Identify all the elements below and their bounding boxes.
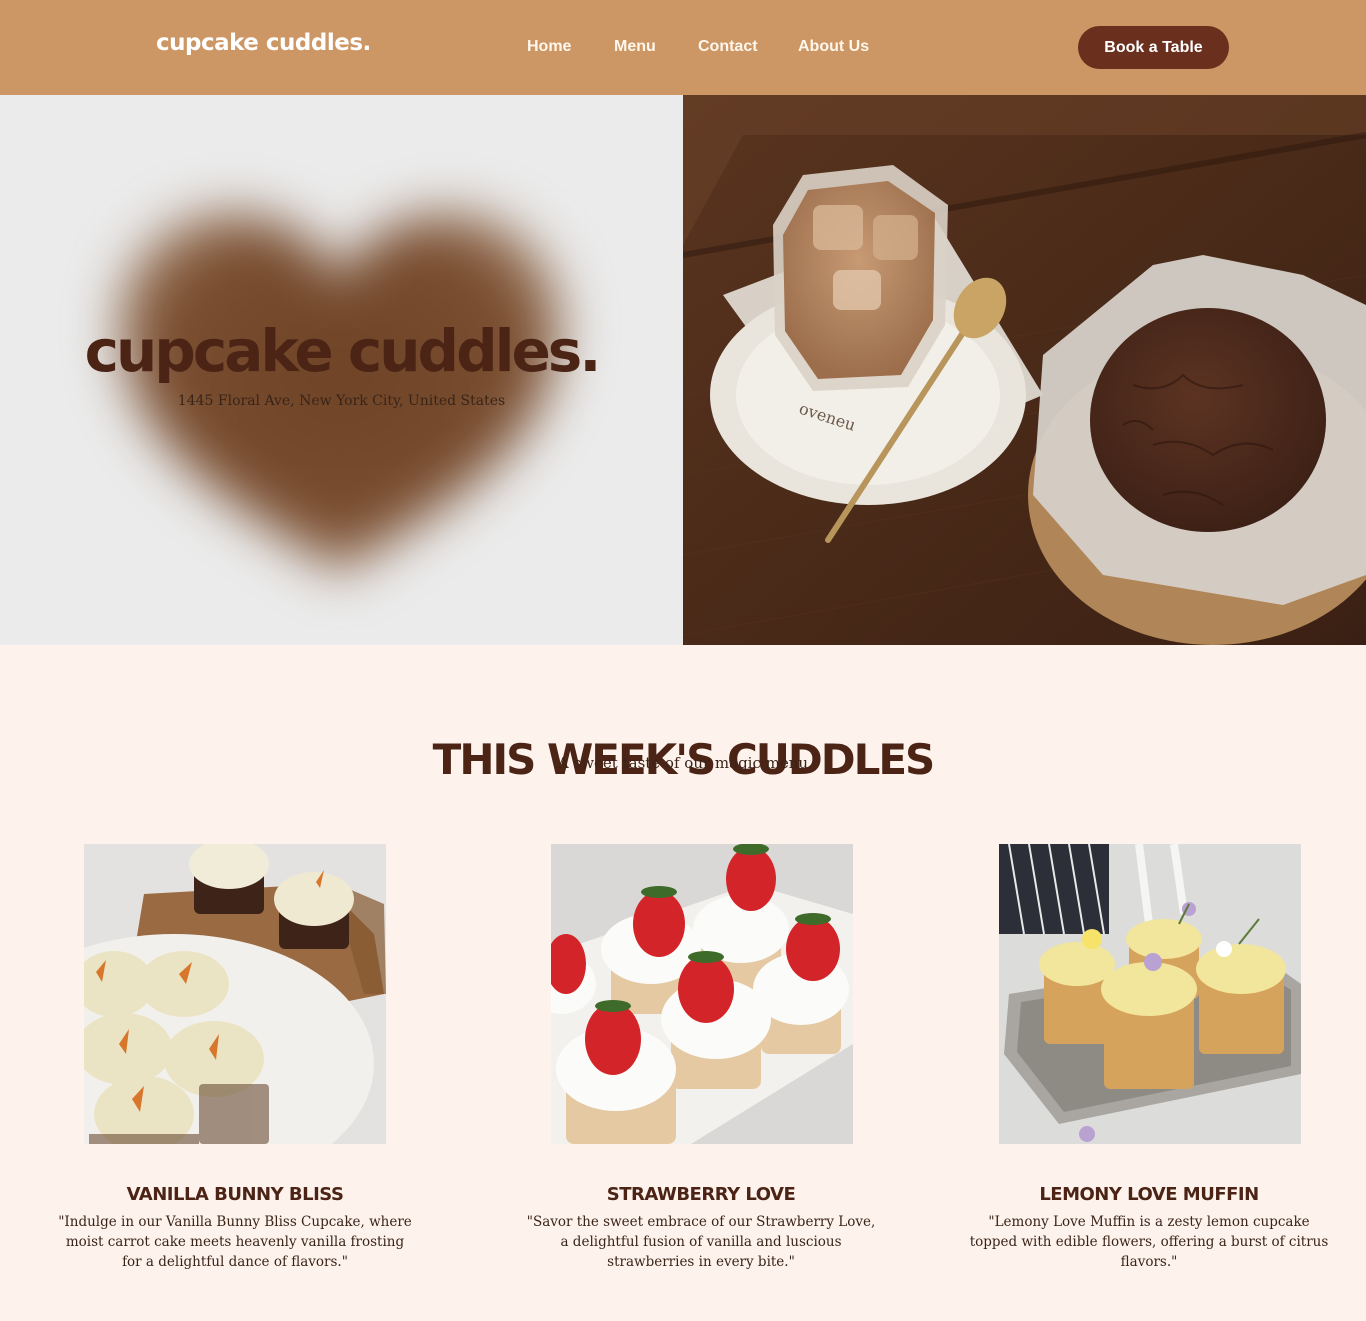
menu-item-name: STRAWBERRY LOVE [606,1184,796,1205]
menu-item-name: VANILLA BUNNY BLISS [126,1184,344,1205]
menu-item-description: "Savor the sweet embrace of our Strawber… [526,1213,876,1270]
nav-link-about-us[interactable]: About Us [798,38,869,56]
book-a-table-button[interactable]: Book a Table [1078,26,1229,69]
lemon-cupcakes-illustration [999,844,1301,1144]
hero-intro: cupcake cuddles. 1445 Floral Ave, New Yo… [0,95,683,645]
strawberry-love-photo [551,844,853,1144]
menu-section-subtitle: A sweet taste of our magic menu [557,754,809,772]
lemony-love-muffin-photo [999,844,1301,1144]
hero-title: cupcake cuddles. [84,317,602,385]
nav-link-menu[interactable]: Menu [614,38,656,56]
coffee-cookie-illustration: oveneu [683,95,1366,645]
nav-link-home[interactable]: Home [527,38,571,56]
vanilla-bunny-bliss-photo [84,844,386,1144]
hero-address: 1445 Floral Ave, New York City, United S… [177,393,506,409]
nav-link-contact[interactable]: Contact [698,38,758,56]
strawberry-cupcakes-illustration [551,844,853,1144]
top-nav: cupcake cuddles. Home Menu Contact About… [0,0,1366,95]
vanilla-cupcakes-illustration [84,844,386,1144]
menu-item-description: "Lemony Love Muffin is a zesty lemon cup… [969,1213,1329,1270]
hero-photo-coffee-cookie: oveneu [683,95,1366,645]
menu-item-name: LEMONY LOVE MUFFIN [1039,1184,1259,1205]
menu-item-description: "Indulge in our Vanilla Bunny Bliss Cupc… [58,1213,412,1270]
